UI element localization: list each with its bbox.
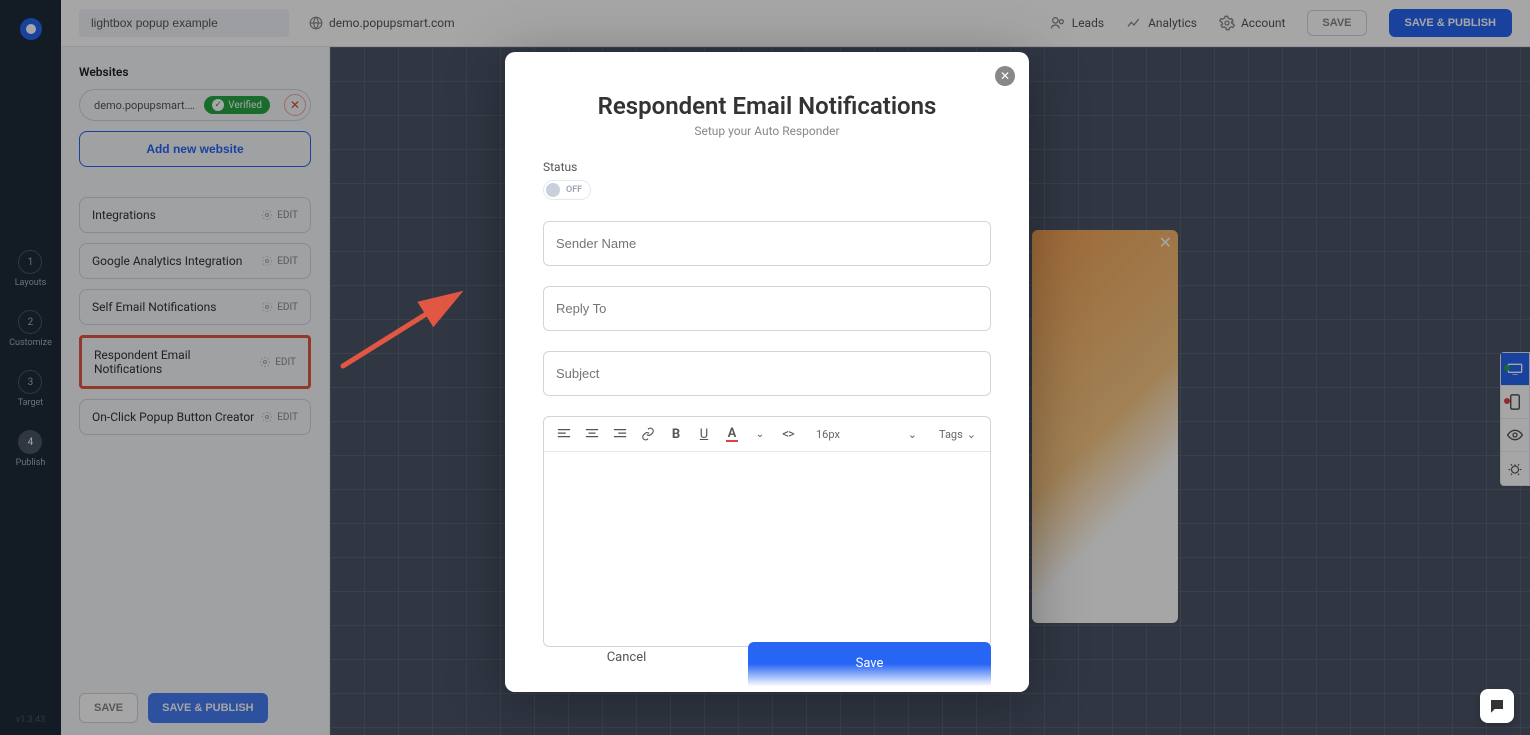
status-label: Status bbox=[543, 160, 991, 174]
modal-cancel-button[interactable]: Cancel bbox=[505, 658, 748, 692]
modal-save-button[interactable]: Save bbox=[748, 642, 991, 692]
align-right-button[interactable] bbox=[608, 423, 632, 445]
tags-label: Tags bbox=[939, 428, 963, 441]
code-button[interactable]: <> bbox=[776, 423, 800, 445]
align-center-button[interactable] bbox=[580, 423, 604, 445]
bold-button[interactable]: B bbox=[664, 423, 688, 445]
reply-to-input[interactable] bbox=[543, 286, 991, 331]
underline-button[interactable]: U bbox=[692, 423, 716, 445]
rich-text-editor: B U A ⌄ <> 16px ⌄ Tags ⌄ bbox=[543, 416, 991, 647]
status-toggle[interactable]: OFF bbox=[543, 180, 591, 200]
sender-name-input[interactable] bbox=[543, 221, 991, 266]
subject-input[interactable] bbox=[543, 351, 991, 396]
font-size-dropdown[interactable]: 16px ⌄ bbox=[810, 428, 923, 441]
editor-toolbar: B U A ⌄ <> 16px ⌄ Tags ⌄ bbox=[544, 417, 990, 452]
align-left-icon bbox=[557, 428, 571, 440]
chevron-down-icon: ⌄ bbox=[908, 428, 917, 441]
link-icon bbox=[641, 427, 655, 441]
align-left-button[interactable] bbox=[552, 423, 576, 445]
toggle-state: OFF bbox=[566, 185, 582, 195]
text-color-dropdown[interactable]: ⌄ bbox=[748, 423, 772, 445]
chat-widget[interactable] bbox=[1480, 689, 1514, 723]
text-color-button[interactable]: A bbox=[720, 423, 744, 445]
modal-title: Respondent Email Notifications bbox=[543, 92, 991, 120]
align-center-icon bbox=[585, 428, 599, 440]
modal-close-button[interactable]: ✕ bbox=[995, 66, 1015, 86]
chat-icon bbox=[1488, 697, 1506, 715]
chevron-down-icon: ⌄ bbox=[967, 428, 976, 441]
respondent-email-modal: ✕ Respondent Email Notifications Setup y… bbox=[505, 52, 1029, 692]
editor-textarea[interactable] bbox=[544, 452, 990, 646]
tags-dropdown[interactable]: Tags ⌄ bbox=[933, 428, 982, 441]
font-size-value: 16px bbox=[816, 428, 840, 441]
modal-subtitle: Setup your Auto Responder bbox=[543, 124, 991, 138]
toggle-knob bbox=[546, 183, 560, 197]
link-button[interactable] bbox=[636, 423, 660, 445]
align-right-icon bbox=[613, 428, 627, 440]
